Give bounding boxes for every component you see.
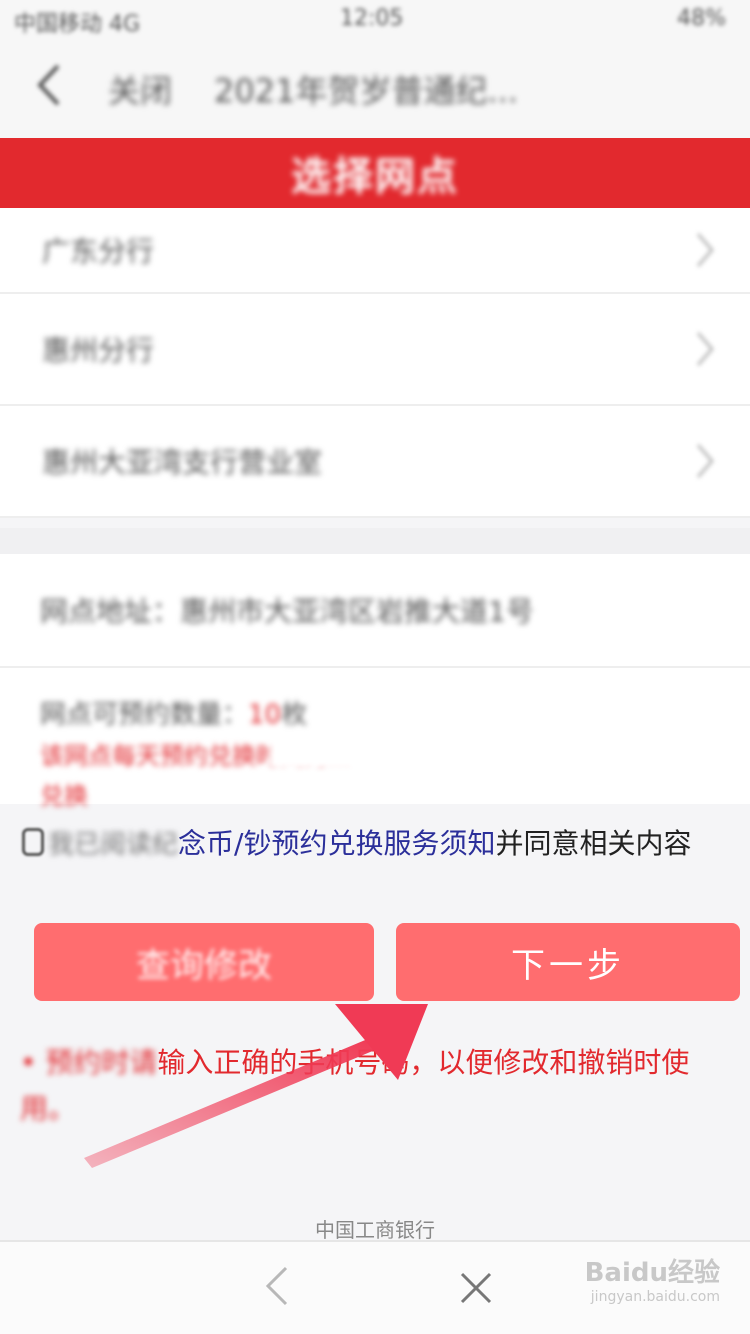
- branch-list: 广东分行 惠州分行 惠州大亚湾支行营业室: [0, 208, 750, 518]
- back-chevron-icon[interactable]: [262, 1264, 292, 1308]
- agreement-row[interactable]: 我已阅读纪 念币/钞预约兑换服务须知 并同意相关内容: [22, 822, 691, 862]
- battery-text: 48%: [677, 6, 726, 31]
- chevron-right-icon: [696, 332, 714, 366]
- notice-prefix: • 预约时请: [20, 1046, 158, 1079]
- chevron-right-icon: [696, 233, 714, 267]
- watermark: Baidu经验 jingyan.baidu.com: [585, 1252, 720, 1305]
- chevron-right-icon: [696, 444, 714, 478]
- redaction: [270, 734, 730, 768]
- warning-line: 兑换: [40, 782, 88, 810]
- next-step-button[interactable]: 下一步: [396, 923, 740, 1001]
- list-item-province[interactable]: 广东分行: [0, 208, 750, 294]
- next-button-label: 下一步: [511, 945, 625, 986]
- status-bar: 中国移动 4G 12:05 48%: [0, 0, 750, 40]
- divider: [0, 666, 750, 668]
- nav-bar: 关闭 2021年贺岁普通纪...: [0, 40, 750, 130]
- watermark-logo: Baidu经验: [584, 1258, 720, 1288]
- query-button-label: 查询修改: [136, 945, 272, 986]
- address-label: 网点地址：: [40, 595, 181, 628]
- page-title: 2021年贺岁普通纪...: [214, 72, 518, 110]
- branch-info: 网点地址：惠州市大亚湾区岩推大道1号 网点可预约数量：10枚 该网点每天预约兑换…: [0, 554, 750, 810]
- list-item-branch[interactable]: 惠州大亚湾支行营业室: [0, 406, 750, 518]
- watermark-url: jingyan.baidu.com: [590, 1289, 720, 1305]
- address-value: 惠州市大亚湾区岩推大道1号: [180, 595, 534, 628]
- service-notice-link[interactable]: 念币/钞预约兑换服务须知: [178, 822, 495, 862]
- close-icon[interactable]: [456, 1268, 496, 1308]
- list-item-label: 广东分行: [42, 235, 155, 268]
- section-divider: [0, 528, 750, 554]
- phone-notice: • 预约时请输入正确的手机号码，以便修改和撤销时使 用。: [20, 1040, 710, 1132]
- branch-quantity: 网点可预约数量：10枚: [40, 694, 307, 731]
- back-chevron-icon[interactable]: [30, 60, 70, 110]
- select-branch-banner: 选择网点: [0, 138, 750, 208]
- carrier-text: 中国移动 4G: [14, 12, 141, 37]
- list-item-label: 惠州分行: [42, 334, 155, 367]
- list-item-label: 惠州大亚湾支行营业室: [42, 446, 323, 479]
- notice-line: 用。: [20, 1092, 77, 1125]
- agreement-checkbox[interactable]: [22, 828, 44, 856]
- query-modify-button[interactable]: 查询修改: [34, 923, 374, 1001]
- quantity-unit: 枚: [281, 700, 308, 730]
- notice-line: 输入正确的手机号码，以便修改和撤销时使: [157, 1046, 690, 1079]
- quantity-label: 网点可预约数量：: [40, 700, 249, 730]
- quantity-value: 10: [248, 700, 282, 730]
- banner-title: 选择网点: [291, 154, 459, 200]
- agreement-prefix: 我已阅读纪: [48, 829, 179, 860]
- status-time: 12:05: [340, 6, 404, 31]
- list-item-city[interactable]: 惠州分行: [0, 294, 750, 406]
- footer-bank-name: 中国工商银行: [315, 1218, 435, 1242]
- branch-address: 网点地址：惠州市大亚湾区岩推大道1号: [40, 590, 534, 630]
- close-link[interactable]: 关闭: [108, 66, 172, 112]
- agreement-suffix: 并同意相关内容: [495, 827, 692, 860]
